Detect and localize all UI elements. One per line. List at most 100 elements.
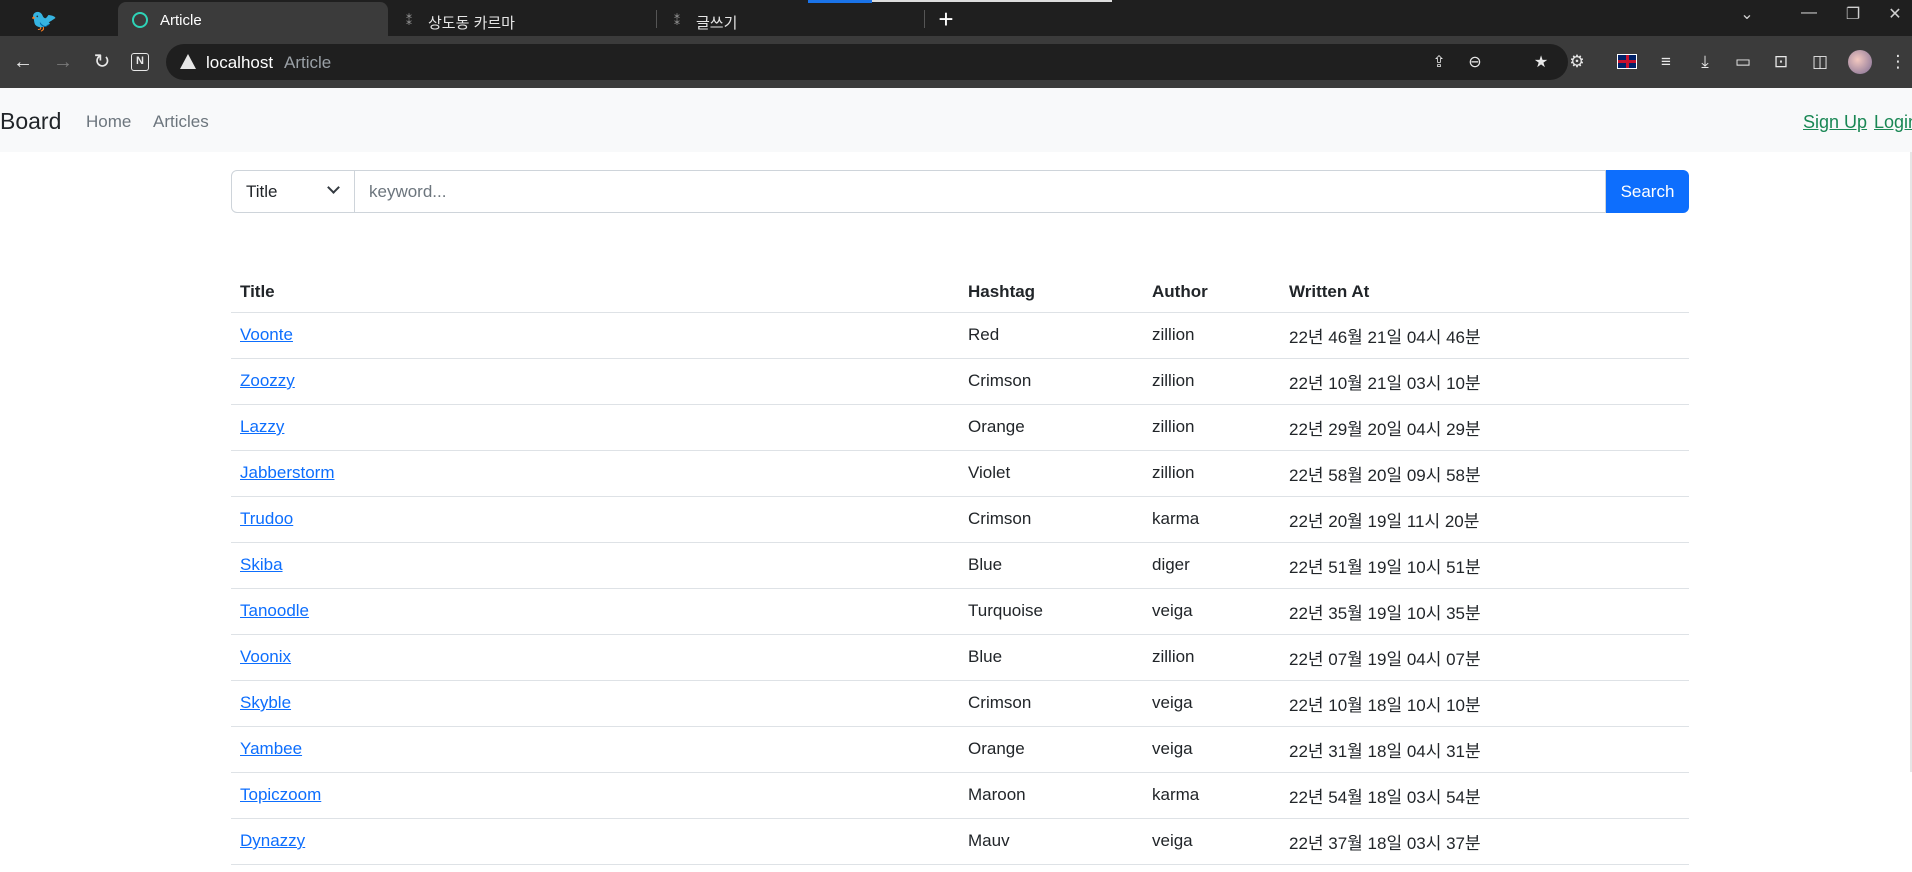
address-bar[interactable]: localhost Article ⇪ ⊖ ★ xyxy=(166,44,1568,80)
table-row: Dynazzy Mauv veiga 22년 37월 18일 03시 37분 xyxy=(231,818,1689,865)
table-cell: Crimson xyxy=(959,358,1143,405)
article-hashtag: Turquoise xyxy=(968,601,1043,620)
article-written-at: 22년 10월 21일 03시 10분 xyxy=(1289,373,1481,393)
article-title-link[interactable]: Jabberstorm xyxy=(240,463,334,482)
table-cell: 22년 10월 18일 10시 10분 xyxy=(1280,680,1689,727)
article-author: zillion xyxy=(1152,417,1195,436)
search-button[interactable]: Search xyxy=(1606,170,1689,213)
media-icon[interactable]: ▭ xyxy=(1731,50,1755,74)
forward-icon[interactable]: → xyxy=(50,49,76,75)
table-row: Topiczoom Maroon karma 22년 54월 18일 03시 54분 xyxy=(231,772,1689,819)
article-title-link[interactable]: Voonte xyxy=(240,325,293,344)
table-cell: Lazzy xyxy=(231,404,959,451)
article-written-at: 22년 54월 18일 03시 54분 xyxy=(1289,787,1481,807)
share-icon[interactable]: ⇪ xyxy=(1428,52,1450,72)
article-written-at: 22년 10월 18일 10시 10분 xyxy=(1289,695,1481,715)
table-cell: Tanoodle xyxy=(231,588,959,635)
tab-favicon-icon: ⁑ xyxy=(406,14,412,28)
table-cell: Blue xyxy=(959,542,1143,589)
table-cell: Red xyxy=(959,312,1143,359)
screenshot-icon[interactable]: ⊡ xyxy=(1769,50,1793,74)
search-type-select[interactable]: Title xyxy=(231,170,355,213)
table-cell: 22년 31월 18일 04시 31분 xyxy=(1280,726,1689,773)
article-author: diger xyxy=(1152,555,1190,574)
nav-articles[interactable]: Articles xyxy=(153,112,209,132)
article-title-link[interactable]: Dynazzy xyxy=(240,831,305,850)
reload-icon[interactable]: ↻ xyxy=(89,49,115,75)
table-cell: 22년 58월 20일 09시 58분 xyxy=(1280,450,1689,497)
nav-home[interactable]: Home xyxy=(86,112,131,132)
table-cell: Voonix xyxy=(231,634,959,681)
table-cell: Yambee xyxy=(231,726,959,773)
notion-extension-icon[interactable]: N xyxy=(131,53,149,71)
article-author: zillion xyxy=(1152,463,1195,482)
article-title-link[interactable]: Topiczoom xyxy=(240,785,321,804)
article-title-link[interactable]: Yambee xyxy=(240,739,302,758)
table-cell: Trudoo xyxy=(231,496,959,543)
search-input[interactable] xyxy=(354,170,1606,213)
article-title-link[interactable]: Tanoodle xyxy=(240,601,309,620)
article-author: veiga xyxy=(1152,693,1193,712)
tab-separator xyxy=(656,10,657,28)
table-cell: 22년 54월 18일 03시 54분 xyxy=(1280,772,1689,819)
site-navbar: Board Home Articles Sign Up Login xyxy=(0,88,1912,152)
table-cell: Skyble xyxy=(231,680,959,727)
close-window-icon[interactable]: ✕ xyxy=(1880,4,1910,24)
article-title-link[interactable]: Lazzy xyxy=(240,417,284,436)
tab-search-chevron-icon[interactable]: ⌄ xyxy=(1732,4,1762,24)
not-secure-warning-icon[interactable] xyxy=(180,54,196,69)
article-written-at: 22년 20월 19일 11시 20분 xyxy=(1289,511,1480,531)
uk-flag-icon[interactable] xyxy=(1617,54,1637,69)
article-hashtag: Crimson xyxy=(968,509,1032,528)
tab-article[interactable]: Article xyxy=(118,2,388,38)
extensions-icon[interactable]: ⚙ xyxy=(1565,50,1589,74)
article-hashtag: Maroon xyxy=(968,785,1026,804)
tab-write[interactable]: ⁑ 글쓰기 xyxy=(660,2,924,36)
tab-karma[interactable]: ⁑ 상도동 카르마 xyxy=(392,2,656,36)
article-title-link[interactable]: Voonix xyxy=(240,647,291,666)
url-page-title: Article xyxy=(284,53,332,72)
brand-logo[interactable]: Board xyxy=(0,108,61,135)
header-written-at[interactable]: Written At xyxy=(1280,268,1689,313)
back-icon[interactable]: ← xyxy=(10,49,36,75)
zoom-out-icon[interactable]: ⊖ xyxy=(1464,52,1486,72)
login-link[interactable]: Login xyxy=(1874,112,1912,133)
table-cell: 22년 29월 20일 04시 29분 xyxy=(1280,404,1689,451)
article-title-link[interactable]: Skiba xyxy=(240,555,283,574)
article-written-at: 22년 46월 21일 04시 46분 xyxy=(1289,327,1481,347)
article-hashtag: Violet xyxy=(968,463,1011,482)
header-author[interactable]: Author xyxy=(1143,268,1280,313)
article-title-link[interactable]: Zoozzy xyxy=(240,371,295,390)
article-author: veiga xyxy=(1152,831,1193,850)
table-cell: zillion xyxy=(1143,358,1280,405)
new-tab-button[interactable]: + xyxy=(932,6,960,34)
table-cell: 22년 20월 19일 11시 20분 xyxy=(1280,496,1689,543)
sign-up-link[interactable]: Sign Up xyxy=(1803,112,1867,133)
download-icon[interactable]: ⤓ xyxy=(1693,50,1717,74)
table-cell: Zoozzy xyxy=(231,358,959,405)
article-title-link[interactable]: Trudoo xyxy=(240,509,293,528)
article-title-link[interactable]: Skyble xyxy=(240,693,291,712)
header-hashtag[interactable]: Hashtag xyxy=(959,268,1143,313)
table-cell: 22년 07월 19일 04시 07분 xyxy=(1280,634,1689,681)
favorites-star-icon[interactable]: ★ xyxy=(1530,52,1552,72)
table-cell: Crimson xyxy=(959,680,1143,727)
table-cell: Jabberstorm xyxy=(231,450,959,497)
table-cell: Maroon xyxy=(959,772,1143,819)
tab-title: 상도동 카르마 xyxy=(428,15,515,32)
more-options-icon[interactable]: ⋮ xyxy=(1886,50,1910,74)
url-host: localhost xyxy=(206,53,274,72)
table-cell: 22년 51월 19일 10시 51분 xyxy=(1280,542,1689,589)
article-hashtag: Crimson xyxy=(968,371,1032,390)
table-cell: 22년 35월 19일 10시 35분 xyxy=(1280,588,1689,635)
table-cell: diger xyxy=(1143,542,1280,589)
minimize-icon[interactable]: — xyxy=(1794,4,1824,22)
restore-icon[interactable]: ❐ xyxy=(1838,4,1868,24)
header-title[interactable]: Title xyxy=(231,268,959,313)
article-author: karma xyxy=(1152,509,1200,528)
reading-list-icon[interactable]: ≡ xyxy=(1654,50,1678,74)
profile-avatar[interactable] xyxy=(1848,50,1872,74)
twitter-bird-icon: 🐦 xyxy=(30,8,58,33)
table-row: Skiba Blue diger 22년 51월 19일 10시 51분 xyxy=(231,542,1689,589)
split-screen-icon[interactable]: ◫ xyxy=(1808,50,1832,74)
